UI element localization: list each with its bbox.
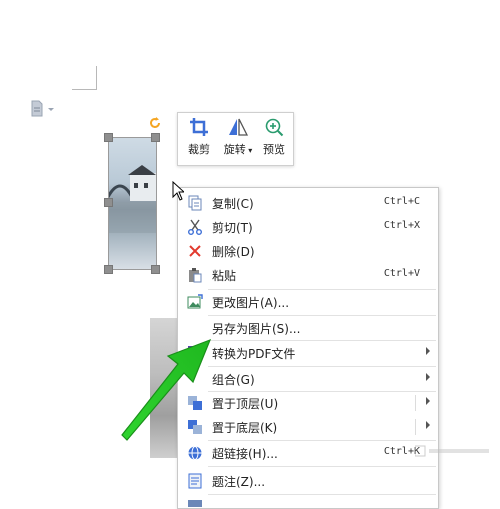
menu-item-delete[interactable]: 删除(D) [178,239,438,263]
change-picture-icon [187,294,203,309]
watermark [414,444,495,461]
caption-icon [188,473,202,489]
submenu-arrow-icon[interactable] [426,421,430,429]
delete-x-icon [189,245,201,257]
crop-icon [190,118,208,136]
menu-item-caption[interactable]: 题注(Z)... [178,469,438,493]
menu-item-paste[interactable]: 粘贴 Ctrl+V [178,263,438,287]
resize-handle-bottom[interactable] [151,265,160,274]
paste-icon [189,268,202,283]
flip-button[interactable]: 旋转 ▾ [218,117,258,163]
picture-selection-frame [108,137,157,270]
crop-button[interactable]: 裁剪 [182,117,216,163]
format-picture-icon [188,500,202,507]
picture-mini-toolbar: 裁剪 旋转 ▾ 预览 [177,112,294,166]
page-margin-mark [72,89,97,90]
resize-handle-top[interactable] [151,133,160,142]
hyperlink-icon [188,446,202,460]
page-margin-mark-vertical [96,66,97,90]
submenu-arrow-icon [426,347,430,355]
crop-label: 裁剪 [188,143,210,156]
watermark-logo [414,445,489,457]
split-divider [415,395,416,411]
rotate-handle-icon[interactable] [148,116,162,130]
menu-separator [208,466,436,467]
menu-item-partial[interactable] [178,495,438,507]
menu-item-copy[interactable]: 复制(C) Ctrl+C [178,191,438,215]
preview-button[interactable]: 预览 [258,117,290,163]
preview-label: 预览 [263,143,285,156]
resize-handle-bottom-left[interactable] [104,265,113,274]
resize-handle-left[interactable] [104,198,113,207]
green-annotation-arrow-icon [121,338,212,441]
mouse-pointer-icon [172,181,184,201]
submenu-arrow-icon[interactable] [426,397,430,405]
scissors-icon [188,219,202,235]
flip-label: 旋转 ▾ [223,143,253,156]
resize-handle-top-left[interactable] [104,133,113,142]
submenu-arrow-icon [426,373,430,381]
split-divider [415,419,416,435]
zoom-in-icon [265,118,284,137]
document-layout-icon[interactable] [30,100,56,118]
flip-icon [229,118,249,136]
menu-item-change-picture[interactable]: 更改图片(A)... [178,290,438,314]
copy-icon [188,195,202,211]
menu-item-cut[interactable]: 剪切(T) Ctrl+X [178,215,438,239]
chevron-down-icon: ▾ [245,146,253,155]
